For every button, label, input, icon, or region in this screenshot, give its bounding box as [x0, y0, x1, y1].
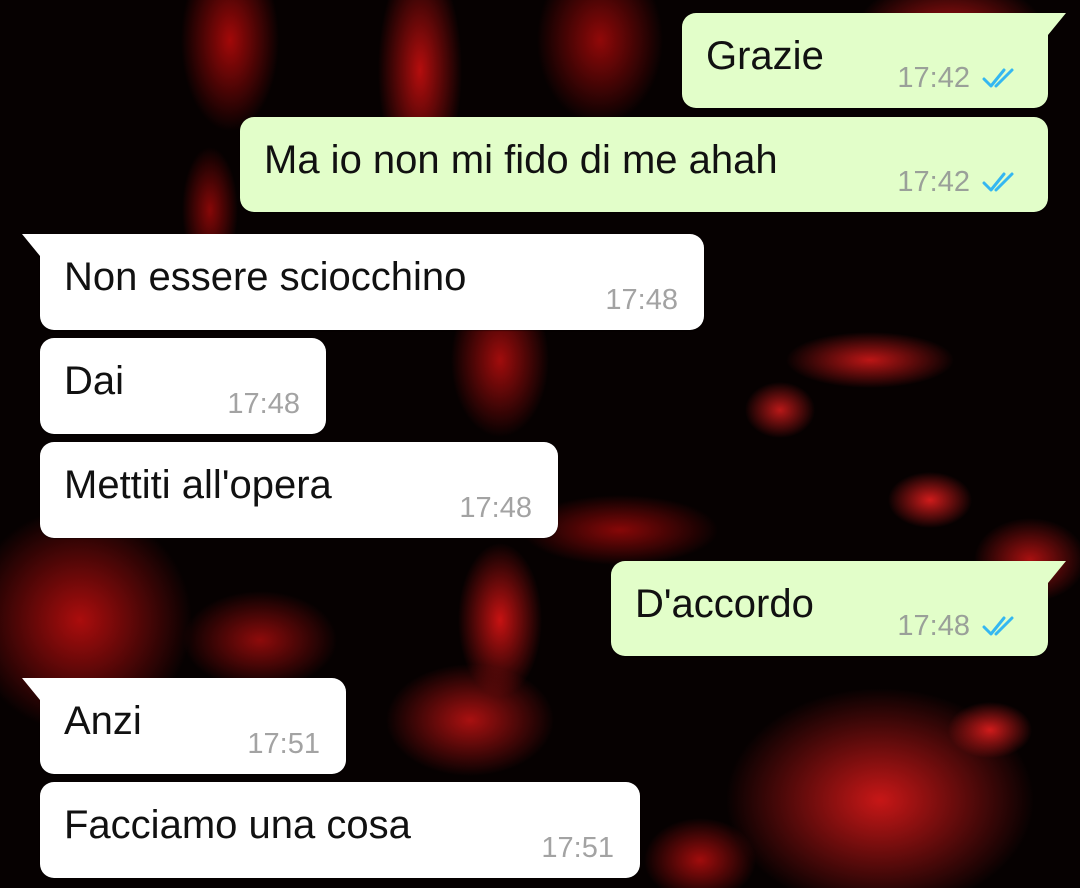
message-time: 17:48 [605, 284, 678, 316]
message-text: Non essere sciocchino [64, 255, 467, 299]
message-text: D'accordo [635, 582, 814, 626]
double-check-read-icon [982, 172, 1014, 192]
message-time: 17:42 [897, 166, 970, 198]
message-text: Ma io non mi fido di me ahah [264, 138, 778, 182]
message-meta: 17:48 [605, 284, 678, 316]
incoming-message[interactable]: Anzi 17:51 [22, 678, 346, 774]
message-text: Dai [64, 359, 125, 403]
outgoing-message[interactable]: D'accordo 17:48 [611, 561, 1066, 656]
message-text: Facciamo una cosa [64, 803, 411, 847]
message-meta: 17:42 [897, 166, 1022, 198]
outgoing-message[interactable]: Grazie 17:42 [682, 13, 1066, 108]
message-text: Anzi [64, 699, 142, 743]
message-time: 17:51 [541, 832, 614, 864]
message-time: 17:51 [247, 728, 320, 760]
message-meta: 17:48 [227, 388, 300, 420]
incoming-message[interactable]: Mettiti all'opera 17:48 [40, 442, 558, 538]
outgoing-message[interactable]: Ma io non mi fido di me ahah 17:42 [240, 117, 1048, 212]
message-meta: 17:48 [897, 610, 1022, 642]
message-meta: 17:48 [459, 492, 532, 524]
message-time: 17:48 [459, 492, 532, 524]
message-meta: 17:42 [897, 62, 1022, 94]
message-text: Grazie [706, 34, 824, 78]
message-time: 17:42 [897, 62, 970, 94]
message-list[interactable]: Grazie 17:42 Ma io non mi fido di me aha… [0, 0, 1080, 888]
message-meta: 17:51 [247, 728, 320, 760]
incoming-message[interactable]: Dai 17:48 [40, 338, 326, 434]
double-check-read-icon [982, 68, 1014, 88]
message-time: 17:48 [897, 610, 970, 642]
incoming-message[interactable]: Facciamo una cosa 17:51 [40, 782, 640, 878]
message-time: 17:48 [227, 388, 300, 420]
incoming-message[interactable]: Non essere sciocchino 17:48 [22, 234, 704, 330]
message-text: Mettiti all'opera [64, 463, 332, 507]
double-check-read-icon [982, 616, 1014, 636]
message-meta: 17:51 [541, 832, 614, 864]
